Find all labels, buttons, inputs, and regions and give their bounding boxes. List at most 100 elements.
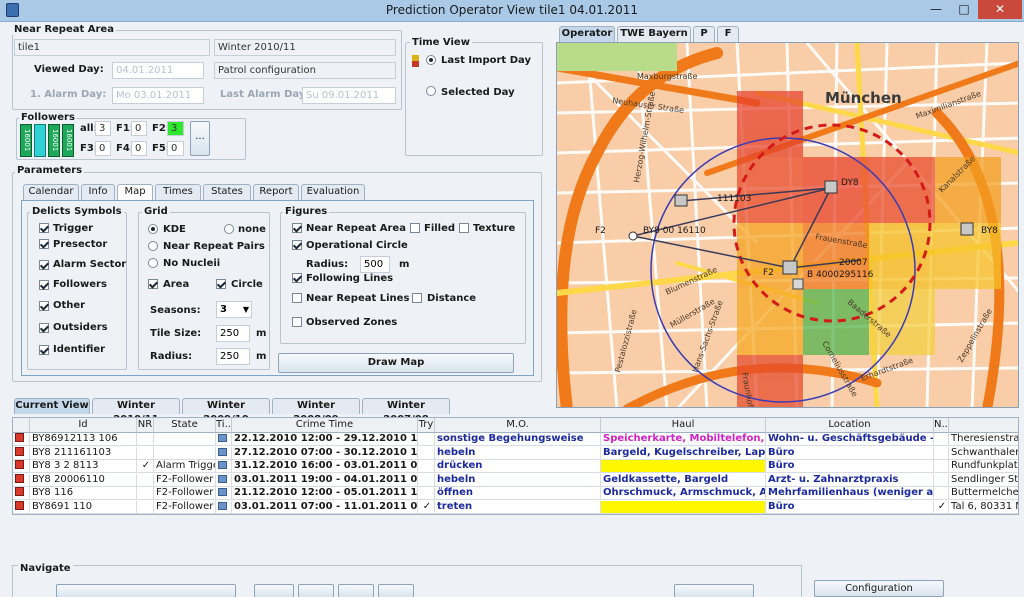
tab-evaluation[interactable]: Evaluation bbox=[301, 184, 365, 200]
operational-circle-checkbox[interactable] bbox=[292, 240, 302, 250]
table-cell-id[interactable]: BY8 211161103 bbox=[30, 446, 137, 460]
table-cell-id[interactable]: BY8691 110 bbox=[30, 500, 137, 514]
row-time-button[interactable] bbox=[216, 473, 232, 487]
observed-zones-checkbox[interactable] bbox=[292, 317, 302, 327]
table-cell-haul[interactable]: Speicherkarte, Mobiltelefon, Mitg... bbox=[601, 433, 766, 446]
nav-button-3[interactable] bbox=[298, 584, 334, 597]
patrol-config-field[interactable]: Patrol configuration bbox=[214, 62, 396, 79]
table-cell-id[interactable]: BY8 3 2 8113 bbox=[30, 460, 137, 473]
crime-marker[interactable] bbox=[792, 278, 804, 290]
tab-winter-2008-09[interactable]: Winter 2008/09 bbox=[272, 398, 360, 425]
nav-button-6[interactable] bbox=[674, 584, 754, 597]
table-cell-state[interactable]: Alarm Trigger bbox=[154, 460, 216, 473]
last-import-radio[interactable] bbox=[426, 55, 436, 65]
selected-day-radio[interactable] bbox=[426, 86, 436, 96]
map-view[interactable]: München Maxburgstraße Neuhauser Straße H… bbox=[556, 42, 1019, 408]
table-cell-time[interactable]: 21.12.2010 12:00 - 05.01.2011 14:00 bbox=[232, 487, 418, 500]
row-try-checkbox[interactable]: ✓ bbox=[418, 500, 435, 514]
alarm-day-field[interactable]: Mo 03.01.2011 bbox=[112, 87, 204, 104]
f3-field[interactable]: 0 bbox=[95, 141, 111, 156]
column-header-mo[interactable]: M.O. bbox=[435, 418, 601, 433]
outsiders-checkbox[interactable] bbox=[39, 323, 49, 333]
tab-map[interactable]: Map bbox=[117, 184, 153, 200]
row-try-checkbox[interactable] bbox=[418, 460, 435, 473]
table-cell-time[interactable]: 03.01.2011 19:00 - 04.01.2011 07:00 bbox=[232, 473, 418, 487]
table-cell-location[interactable]: Arzt- u. Zahnarztpraxis bbox=[766, 473, 934, 487]
row-time-button[interactable] bbox=[216, 500, 232, 514]
table-cell-haul[interactable] bbox=[601, 460, 766, 473]
table-cell-extra[interactable]: Schwanthaler bbox=[949, 447, 1018, 460]
row-time-button[interactable] bbox=[216, 460, 232, 473]
tab-p[interactable]: P bbox=[693, 26, 715, 42]
row-try-checkbox[interactable] bbox=[418, 433, 435, 446]
row-try-checkbox[interactable] bbox=[418, 446, 435, 460]
followers-checkbox[interactable] bbox=[39, 280, 49, 290]
row-n-checkbox[interactable] bbox=[934, 433, 949, 446]
table-cell-mo[interactable]: hebeln bbox=[435, 473, 601, 487]
tab-times[interactable]: Times bbox=[155, 184, 201, 200]
tab-current-view[interactable]: Current View bbox=[14, 398, 90, 414]
table-cell-id[interactable]: BY8 116 bbox=[30, 487, 137, 500]
table-cell-mo[interactable]: öffnen bbox=[435, 487, 601, 500]
all-field[interactable]: 3 bbox=[95, 121, 111, 136]
texture-checkbox[interactable] bbox=[459, 223, 469, 233]
tile-field[interactable]: tile1 bbox=[14, 39, 210, 56]
row-nr-checkbox[interactable] bbox=[137, 473, 154, 487]
table-cell-extra[interactable]: Theresienstraße bbox=[949, 433, 1018, 446]
table-cell-state[interactable]: F2-Follower (... bbox=[154, 473, 216, 487]
row-n-checkbox[interactable] bbox=[934, 487, 949, 500]
column-header-address[interactable] bbox=[949, 418, 1018, 433]
identifier-checkbox[interactable] bbox=[39, 345, 49, 355]
row-n-checkbox[interactable] bbox=[934, 446, 949, 460]
table-cell-location[interactable]: Wohn- u. Geschäftsgebäude - W... bbox=[766, 433, 934, 446]
following-lines-checkbox[interactable] bbox=[292, 273, 302, 283]
crime-marker[interactable] bbox=[960, 222, 974, 236]
followers-more-button[interactable]: ... bbox=[190, 121, 210, 156]
table-cell-location[interactable]: Büro bbox=[766, 446, 934, 460]
viewed-day-field[interactable]: 04.01.2011 bbox=[112, 62, 204, 79]
nav-button-4[interactable] bbox=[338, 584, 374, 597]
column-header-state[interactable]: State bbox=[154, 418, 216, 433]
filled-checkbox[interactable] bbox=[410, 223, 420, 233]
row-try-checkbox[interactable] bbox=[418, 473, 435, 487]
column-header-location[interactable]: Location bbox=[766, 418, 934, 433]
distance-checkbox[interactable] bbox=[412, 293, 422, 303]
table-cell-location[interactable]: Mehrfamilienhaus (weniger als 9 ... bbox=[766, 487, 934, 500]
row-n-checkbox[interactable] bbox=[934, 473, 949, 487]
near-repeat-lines-checkbox[interactable] bbox=[292, 293, 302, 303]
table-cell-time[interactable]: 27.12.2010 07:00 - 30.12.2010 10:00 bbox=[232, 446, 418, 460]
table-cell-time[interactable]: 31.12.2010 16:00 - 03.01.2011 08:00 bbox=[232, 460, 418, 473]
table-cell-haul[interactable] bbox=[601, 500, 766, 514]
nav-button-2[interactable] bbox=[254, 584, 294, 597]
f4-field[interactable]: 0 bbox=[131, 141, 147, 156]
tab-states[interactable]: States bbox=[203, 184, 251, 200]
table-cell-state[interactable] bbox=[154, 433, 216, 446]
table-cell-mo[interactable]: sonstige Begehungsweise bbox=[435, 433, 601, 446]
maximize-button[interactable]: □ bbox=[950, 0, 978, 19]
table-cell-state[interactable]: F2-Follower (... bbox=[154, 500, 216, 514]
table-cell-extra[interactable]: Tal 6, 80331 M bbox=[949, 501, 1018, 514]
table-cell-time[interactable]: 03.01.2011 07:00 - 11.01.2011 07:00 bbox=[232, 500, 418, 514]
row-n-checkbox[interactable]: ✓ bbox=[934, 500, 949, 514]
seasons-select[interactable]: 3 ▼ bbox=[216, 301, 252, 318]
column-header-nr[interactable]: NR bbox=[137, 418, 154, 433]
tab-twe-bayern[interactable]: TWE Bayern bbox=[617, 26, 691, 42]
row-nr-checkbox[interactable] bbox=[137, 446, 154, 460]
circle-checkbox[interactable] bbox=[216, 279, 226, 289]
crime-marker[interactable] bbox=[628, 231, 638, 241]
no-nuclei-radio[interactable] bbox=[148, 258, 158, 268]
table-cell-location[interactable]: Büro bbox=[766, 460, 934, 473]
tab-winter-2009-10[interactable]: Winter 2009/10 bbox=[182, 398, 270, 425]
table-cell-mo[interactable]: drücken bbox=[435, 460, 601, 473]
crime-marker[interactable] bbox=[674, 194, 688, 207]
table-cell-time[interactable]: 22.12.2010 12:00 - 29.12.2010 19:00 bbox=[232, 433, 418, 446]
tab-operator[interactable]: Operator bbox=[559, 26, 615, 42]
tab-winter-2010-11[interactable]: Winter 2010/11 bbox=[92, 398, 180, 425]
crime-marker[interactable] bbox=[782, 260, 798, 275]
row-time-button[interactable] bbox=[216, 433, 232, 446]
table-cell-mo[interactable]: treten bbox=[435, 500, 601, 514]
table-cell-state[interactable] bbox=[154, 446, 216, 460]
table-cell-haul[interactable]: Ohrschmuck, Armschmuck, Arm... bbox=[601, 487, 766, 500]
draw-map-button[interactable]: Draw Map bbox=[278, 353, 514, 373]
table-cell-id[interactable]: BY86912113 106 bbox=[30, 433, 137, 446]
